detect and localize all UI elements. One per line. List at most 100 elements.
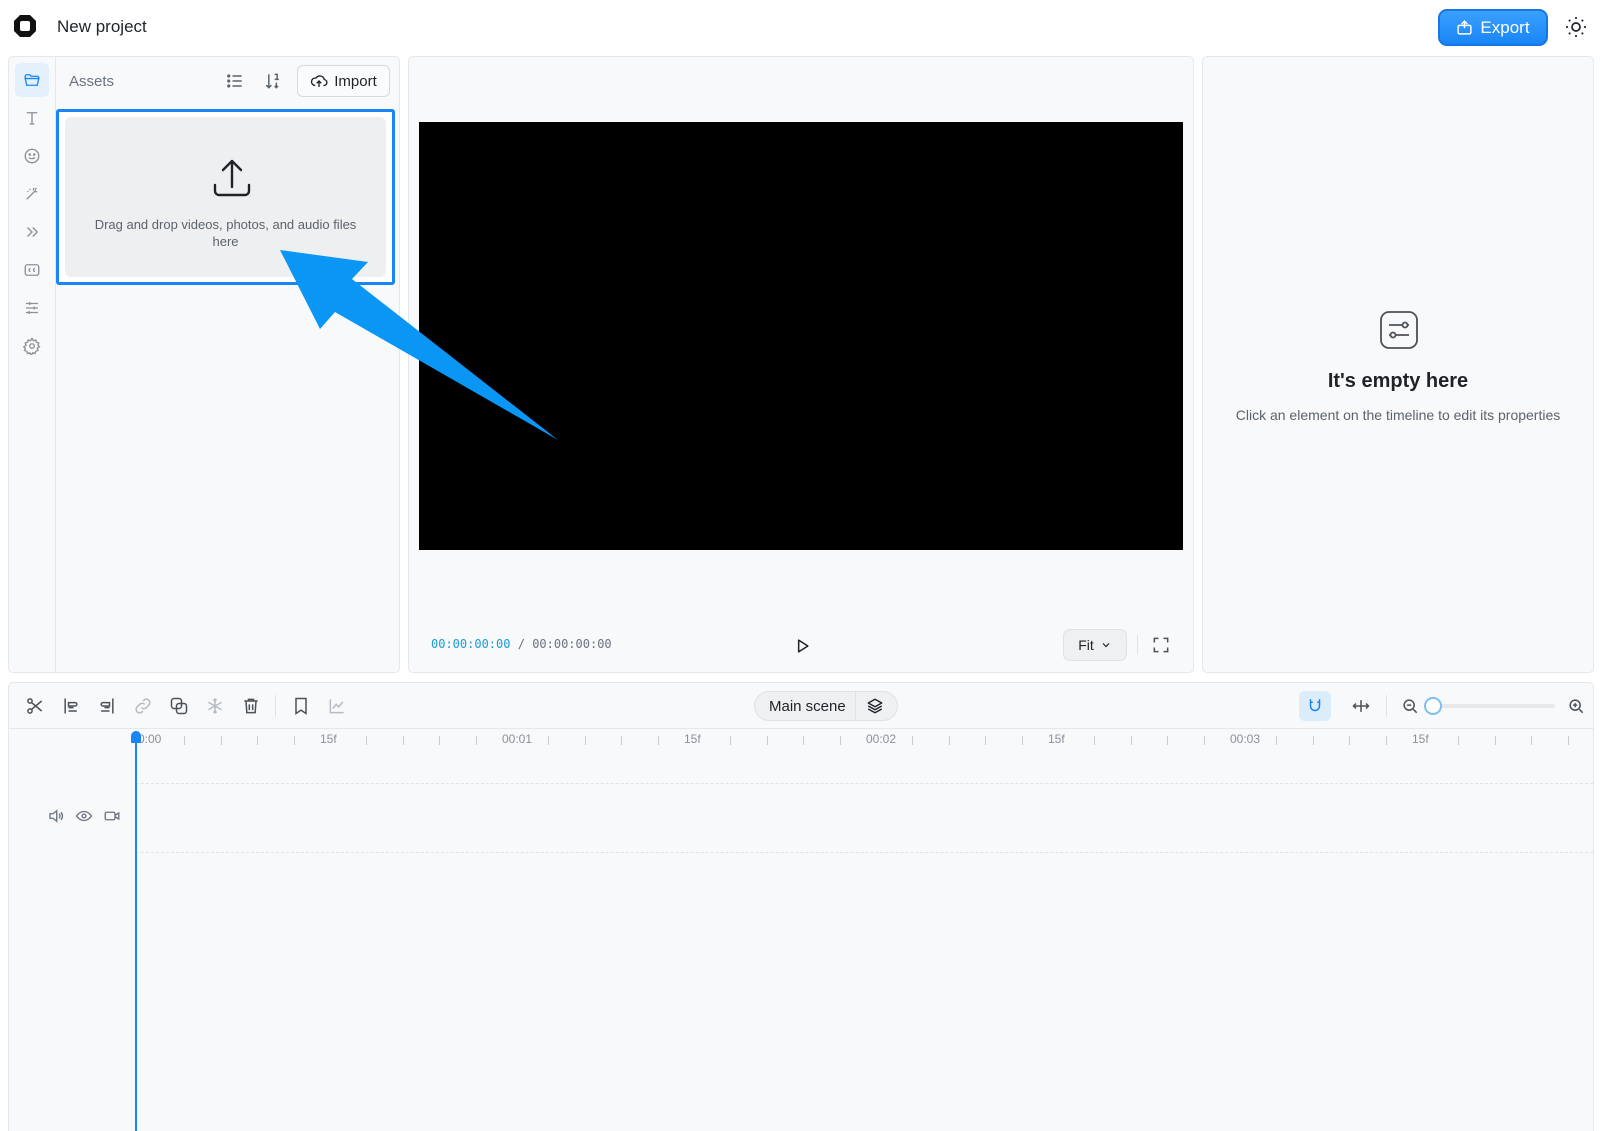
- trim-end-icon[interactable]: [97, 696, 117, 716]
- rail-stickers[interactable]: [15, 139, 49, 173]
- ruler-tick: [1130, 736, 1132, 745]
- split-scissors-icon[interactable]: [25, 696, 45, 716]
- fullscreen-icon[interactable]: [1151, 635, 1171, 655]
- ruler-tick: [439, 736, 441, 745]
- ruler-tick: [475, 736, 477, 745]
- ruler-tick: [220, 736, 222, 745]
- ruler-label: 15f: [684, 732, 701, 746]
- theme-toggle-sun-icon[interactable]: [1564, 15, 1588, 39]
- ruler-tick: [1167, 736, 1169, 745]
- rail-effects[interactable]: [15, 177, 49, 211]
- zoom-out-icon[interactable]: [1400, 696, 1420, 716]
- ruler-tick: [1021, 736, 1023, 745]
- delete-trash-icon[interactable]: [241, 696, 261, 716]
- empty-state-subtitle: Click an element on the timeline to edit…: [1235, 407, 1561, 423]
- empty-state-title: It's empty here: [1327, 370, 1469, 392]
- ruler-tick: [184, 736, 186, 745]
- rail-text[interactable]: [15, 101, 49, 135]
- freeze-snowflake-icon[interactable]: [205, 696, 225, 716]
- properties-settings-icon: [1379, 310, 1419, 350]
- rail-adjust[interactable]: [15, 291, 49, 325]
- preview-divider: [1137, 635, 1138, 655]
- rail-transitions[interactable]: [15, 215, 49, 249]
- play-icon[interactable]: [792, 636, 812, 656]
- list-view-icon[interactable]: [225, 71, 245, 91]
- timecode-display: 00:00:00:00 / 00:00:00:00: [431, 637, 612, 651]
- zoom-in-icon[interactable]: [1566, 696, 1586, 716]
- project-title[interactable]: New project: [57, 17, 147, 37]
- ruler-tick: [1349, 736, 1351, 745]
- export-button[interactable]: Export: [1438, 9, 1548, 46]
- preview-panel: 00:00:00:00 / 00:00:00:00 Fit: [408, 56, 1194, 673]
- track-camera-icon[interactable]: [103, 807, 121, 825]
- ruler-label: 15f: [1048, 732, 1065, 746]
- sticker-icon: [24, 148, 40, 164]
- ripple-arrows-icon[interactable]: [1351, 696, 1371, 716]
- tool-rail: [9, 57, 56, 672]
- timeline-panel: Main scene 0:00 15f 00:01 15f 00:02 15f 00:03 1…: [8, 682, 1594, 1131]
- fit-label: Fit: [1078, 637, 1094, 653]
- properties-panel: It's empty here Click an element on the …: [1202, 56, 1594, 673]
- cloud-upload-icon: [310, 72, 328, 90]
- ruler-tick: [621, 736, 623, 745]
- ruler-tick: [1276, 736, 1278, 745]
- rail-captions[interactable]: [15, 253, 49, 287]
- chevron-down-icon: [1100, 639, 1112, 651]
- ruler-label: 00:01: [502, 732, 533, 746]
- ruler-tick: [1531, 736, 1533, 745]
- layers-icon[interactable]: [866, 697, 884, 715]
- track-visibility-eye-icon[interactable]: [75, 807, 93, 825]
- rail-media-folder[interactable]: [15, 63, 49, 97]
- ruler-label: 0:00: [138, 732, 162, 746]
- keyframe-graph-icon[interactable]: [327, 696, 347, 716]
- ruler-tick: [1203, 736, 1205, 745]
- rail-settings[interactable]: [15, 329, 49, 363]
- duplicate-icon[interactable]: [169, 696, 189, 716]
- ruler-label: 15f: [1412, 732, 1429, 746]
- ruler-tick: [1385, 736, 1387, 745]
- export-label: Export: [1480, 17, 1530, 37]
- transitions-icon: [27, 227, 39, 237]
- settings-gear-icon: [23, 337, 41, 355]
- snapping-magnet-button[interactable]: [1299, 691, 1331, 721]
- link-icon[interactable]: [133, 696, 153, 716]
- timecode-separator: /: [517, 637, 525, 651]
- ruler-tick: [257, 736, 259, 745]
- track-audio-volume-icon[interactable]: [47, 807, 65, 825]
- bookmark-icon[interactable]: [291, 696, 311, 716]
- timeline-toolbar: Main scene: [9, 683, 1593, 729]
- timeline-track-row[interactable]: [136, 783, 1593, 853]
- text-icon: [26, 112, 38, 125]
- effects-wand-icon: [26, 187, 38, 200]
- import-label: Import: [334, 72, 377, 90]
- scene-divider: [855, 692, 856, 720]
- ruler-tick: [402, 736, 404, 745]
- folder-icon: [24, 74, 40, 86]
- sort-icon[interactable]: [263, 71, 283, 91]
- timeline-ruler[interactable]: 0:00 15f 00:01 15f 00:02 15f 00:03 15f: [136, 729, 1593, 751]
- scene-selector[interactable]: Main scene: [754, 691, 898, 721]
- ruler-tick: [766, 736, 768, 745]
- playhead-handle[interactable]: [131, 731, 141, 743]
- drop-zone-text: Drag and drop videos, photos, and audio …: [94, 217, 357, 249]
- app-logo-icon[interactable]: [13, 14, 37, 38]
- ruler-tick: [948, 736, 950, 745]
- total-timecode: 00:00:00:00: [532, 637, 612, 651]
- file-drop-zone[interactable]: Drag and drop videos, photos, and audio …: [56, 109, 395, 285]
- ruler-label: 00:02: [866, 732, 897, 746]
- adjust-sliders-icon: [26, 302, 38, 314]
- zoom-slider-handle[interactable]: [1424, 697, 1442, 715]
- ruler-label: 15f: [320, 732, 337, 746]
- ruler-tick: [912, 736, 914, 745]
- zoom-slider-track[interactable]: [1433, 704, 1555, 708]
- import-button[interactable]: Import: [297, 65, 390, 97]
- video-canvas[interactable]: [419, 122, 1183, 550]
- current-timecode: 00:00:00:00: [431, 637, 511, 651]
- ruler-tick: [985, 736, 987, 745]
- fit-zoom-select[interactable]: Fit: [1063, 629, 1127, 661]
- trim-start-icon[interactable]: [61, 696, 81, 716]
- ruler-tick: [293, 736, 295, 745]
- export-icon: [1456, 19, 1473, 36]
- playhead-line[interactable]: [135, 731, 137, 1131]
- assets-panel: Assets Import Drag and drop videos, phot…: [8, 56, 400, 673]
